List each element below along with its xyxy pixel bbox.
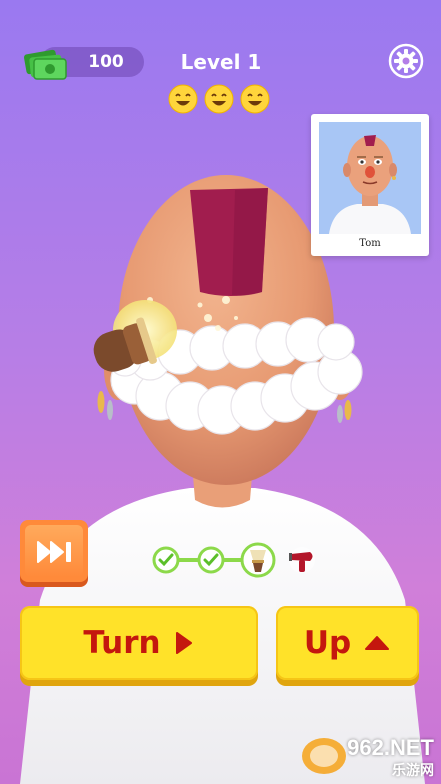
watermark-text-bottom: 乐游网 xyxy=(392,763,434,779)
cash-amount: 100 xyxy=(88,52,124,72)
turn-button-label: Turn xyxy=(83,625,161,661)
step-upcoming xyxy=(289,547,315,573)
turn-button[interactable]: Turn xyxy=(20,606,258,680)
smile-emoji-icon xyxy=(204,84,234,114)
step-done-1 xyxy=(152,546,180,574)
earring xyxy=(337,405,343,423)
earring xyxy=(344,400,352,420)
earring xyxy=(97,391,105,413)
level-title: Level 1 xyxy=(180,50,262,74)
smile-emoji-icon xyxy=(240,84,270,114)
watermark: 962.NET 乐游网 xyxy=(300,734,436,779)
rating-emojis xyxy=(168,84,274,114)
up-arrow-icon xyxy=(365,636,390,650)
tool-progress-tracker xyxy=(152,542,315,578)
earring xyxy=(107,400,113,420)
settings-gear-icon[interactable] xyxy=(388,43,424,79)
up-button-label: Up xyxy=(303,625,352,661)
reference-card: Tom xyxy=(311,114,429,256)
step-current xyxy=(240,542,276,578)
play-arrow-icon xyxy=(175,632,192,654)
reference-name: Tom xyxy=(359,238,381,249)
reference-photo xyxy=(319,122,421,234)
skip-button[interactable] xyxy=(20,520,88,582)
watermark-text-top: 962.NET xyxy=(347,735,434,760)
up-button[interactable]: Up xyxy=(276,606,419,680)
cash-stack-icon xyxy=(23,49,67,80)
smile-emoji-icon xyxy=(168,84,198,114)
step-done-2 xyxy=(197,546,225,574)
reference-portrait xyxy=(329,135,411,234)
fast-forward-icon xyxy=(37,541,71,563)
